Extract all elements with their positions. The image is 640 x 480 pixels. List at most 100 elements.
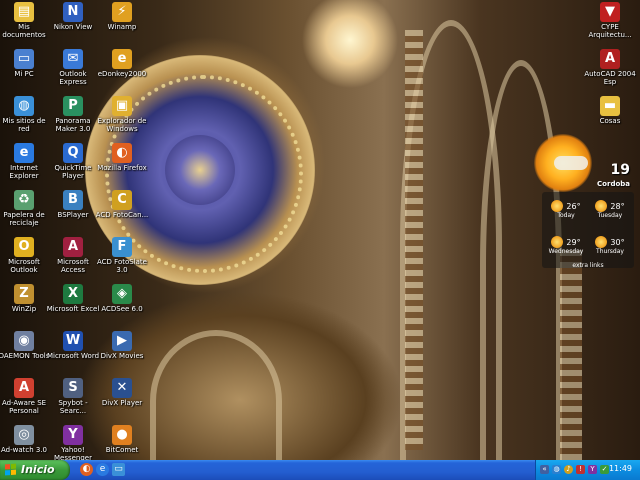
desktop-icon-label: ACD FotoSlate 3.0 bbox=[97, 258, 147, 274]
weather-city: Cordoba bbox=[597, 180, 630, 188]
desktop-icon[interactable]: W Microsoft Word bbox=[45, 331, 101, 360]
desktop-icon-label: Winamp bbox=[107, 23, 137, 31]
taskbar-clock[interactable]: 11:49 bbox=[609, 464, 632, 473]
desktop-icon[interactable]: B BSPlayer bbox=[45, 190, 101, 219]
desktop-icon-label: DivX Movies bbox=[100, 352, 144, 360]
desktop-icon-label: CYPE Arquitectu... bbox=[588, 23, 632, 39]
desktop-icon[interactable]: Y Yahoo! Messenger bbox=[45, 425, 101, 462]
ad-watch-icon: ◎ bbox=[14, 425, 34, 445]
excel-icon: X bbox=[63, 284, 83, 304]
desktop-icon-label: Cosas bbox=[599, 117, 621, 125]
desktop-icon-label: eDonkey2000 bbox=[97, 70, 147, 78]
bsplayer-icon: B bbox=[63, 190, 83, 210]
sun-icon bbox=[551, 236, 564, 248]
desktop-icon[interactable]: ▬ Cosas bbox=[582, 96, 638, 125]
outlook-icon: O bbox=[14, 237, 34, 257]
forecast-day: 26° Today bbox=[544, 200, 588, 219]
desktop-icon-label: Microsoft Word bbox=[46, 352, 100, 360]
outlook-express-icon: ✉ bbox=[63, 49, 83, 69]
desktop-icon-label: Mozilla Firefox bbox=[97, 164, 147, 172]
desktop-icon-label: BitComet bbox=[105, 446, 139, 454]
desktop-icon-label: QuickTime Player bbox=[54, 164, 92, 180]
ie-quicklaunch-icon[interactable]: e bbox=[96, 463, 109, 476]
desktop-icon[interactable]: X Microsoft Excel bbox=[45, 284, 101, 313]
ad-aware-icon: A bbox=[14, 378, 34, 398]
internet-explorer-icon: e bbox=[14, 143, 34, 163]
firefox-icon: ◐ bbox=[112, 143, 132, 163]
desktop-icon-label: ACDSee 6.0 bbox=[101, 305, 143, 313]
volume-tray-icon[interactable]: ♪ bbox=[564, 465, 573, 474]
forecast-day-label: Today bbox=[557, 212, 575, 219]
firefox-quicklaunch-icon[interactable]: ◐ bbox=[80, 463, 93, 476]
desktop-icon-label: Microsoft Excel bbox=[46, 305, 100, 313]
cloud-icon bbox=[554, 156, 588, 170]
desktop-icon[interactable]: Q QuickTime Player bbox=[45, 143, 101, 180]
weather-gadget[interactable]: 19 Cordoba 26° Today 28° Tuesday 29° Wed… bbox=[534, 132, 634, 269]
start-button[interactable]: Inicio bbox=[0, 460, 70, 480]
antivirus-tray-icon[interactable]: ✓ bbox=[600, 465, 609, 474]
wallpaper-dome-center bbox=[165, 135, 235, 205]
desktop-icon[interactable]: ✉ Outlook Express bbox=[45, 49, 101, 86]
cype-icon: ▼ bbox=[600, 2, 620, 22]
spybot-icon: S bbox=[63, 378, 83, 398]
yahoo-messenger-icon: Y bbox=[63, 425, 83, 445]
folder-documents-icon: ▤ bbox=[14, 2, 34, 22]
forecast-day: 29° Wednesday bbox=[544, 236, 588, 255]
desktop-icon[interactable]: F ACD FotoSlate 3.0 bbox=[94, 237, 150, 274]
desktop-icon[interactable]: A Microsoft Access bbox=[45, 237, 101, 274]
desktop-icon[interactable]: ◐ Mozilla Firefox bbox=[94, 143, 150, 172]
sun-icon bbox=[551, 200, 564, 212]
forecast-temp: 26° bbox=[566, 201, 581, 211]
edonkey-icon: e bbox=[112, 49, 132, 69]
desktop-icon[interactable]: ⚡ Winamp bbox=[94, 2, 150, 31]
acd-fotocanvas-icon: C bbox=[112, 190, 132, 210]
wallpaper-column bbox=[405, 30, 423, 450]
desktop-icon-label: ACD FotoCan... bbox=[95, 211, 149, 219]
windows-explorer-icon: ▣ bbox=[112, 96, 132, 116]
desktop-icon-label: DivX Player bbox=[101, 399, 143, 407]
sun-icon bbox=[595, 236, 608, 248]
desktop-icon[interactable]: C ACD FotoCan... bbox=[94, 190, 150, 219]
winamp-icon: ⚡ bbox=[112, 2, 132, 22]
system-tray: « ◍ ♪ ! Y ✓ 11:49 bbox=[535, 460, 640, 480]
desktop-icon[interactable]: e eDonkey2000 bbox=[94, 49, 150, 78]
taskbar: Inicio ◐ e ▭ « ◍ ♪ ! Y ✓ 11:49 bbox=[0, 460, 640, 480]
desktop-icon-label: Panorama Maker 3.0 bbox=[55, 117, 91, 133]
messenger-tray-icon[interactable]: Y bbox=[588, 465, 597, 474]
show-desktop-icon[interactable]: ▭ bbox=[112, 463, 125, 476]
desktop-icon[interactable]: S Spybot - Searc... bbox=[45, 378, 101, 415]
desktop-icon-label: Spybot - Searc... bbox=[58, 399, 88, 415]
divx-movies-icon: ▶ bbox=[112, 331, 132, 351]
desktop-icon[interactable]: N Nikon View bbox=[45, 2, 101, 31]
desktop-icon[interactable]: ● BitComet bbox=[94, 425, 150, 454]
quicktime-icon: Q bbox=[63, 143, 83, 163]
recycle-bin-icon: ♻ bbox=[14, 190, 34, 210]
windows-logo-icon bbox=[5, 463, 17, 477]
desktop-icon-label: Explorador de Windows bbox=[97, 117, 147, 133]
desktop-icon-label: Outlook Express bbox=[59, 70, 87, 86]
start-label: Inicio bbox=[21, 463, 55, 476]
weather-extra-links[interactable]: extra links bbox=[542, 262, 634, 269]
forecast-temp: 28° bbox=[610, 201, 625, 211]
desktop-icon[interactable]: ✕ DivX Player bbox=[94, 378, 150, 407]
tray-arrow-icon[interactable]: « bbox=[540, 465, 549, 474]
desktop-icon[interactable]: ▼ CYPE Arquitectu... bbox=[582, 2, 638, 39]
desktop-icon-label: Microsoft Access bbox=[57, 258, 89, 274]
desktop-icon[interactable]: P Panorama Maker 3.0 bbox=[45, 96, 101, 133]
security-tray-icon[interactable]: ! bbox=[576, 465, 585, 474]
desktop-icon[interactable]: ▣ Explorador de Windows bbox=[94, 96, 150, 133]
folder-icon: ▬ bbox=[600, 96, 620, 116]
autocad-icon: A bbox=[600, 49, 620, 69]
acdsee-icon: ◈ bbox=[112, 284, 132, 304]
word-icon: W bbox=[63, 331, 83, 351]
wallpaper-arch bbox=[150, 330, 282, 460]
desktop-icon-label: BSPlayer bbox=[57, 211, 89, 219]
desktop-icon[interactable]: A AutoCAD 2004 Esp bbox=[582, 49, 638, 86]
forecast-temp: 29° bbox=[566, 237, 581, 247]
desktop-icon[interactable]: ▶ DivX Movies bbox=[94, 331, 150, 360]
network-tray-icon[interactable]: ◍ bbox=[552, 465, 561, 474]
desktop-icon[interactable]: ◈ ACDSee 6.0 bbox=[94, 284, 150, 313]
panorama-maker-icon: P bbox=[63, 96, 83, 116]
daemon-tools-icon: ◉ bbox=[14, 331, 34, 351]
forecast-day-label: Wednesday bbox=[548, 248, 584, 255]
